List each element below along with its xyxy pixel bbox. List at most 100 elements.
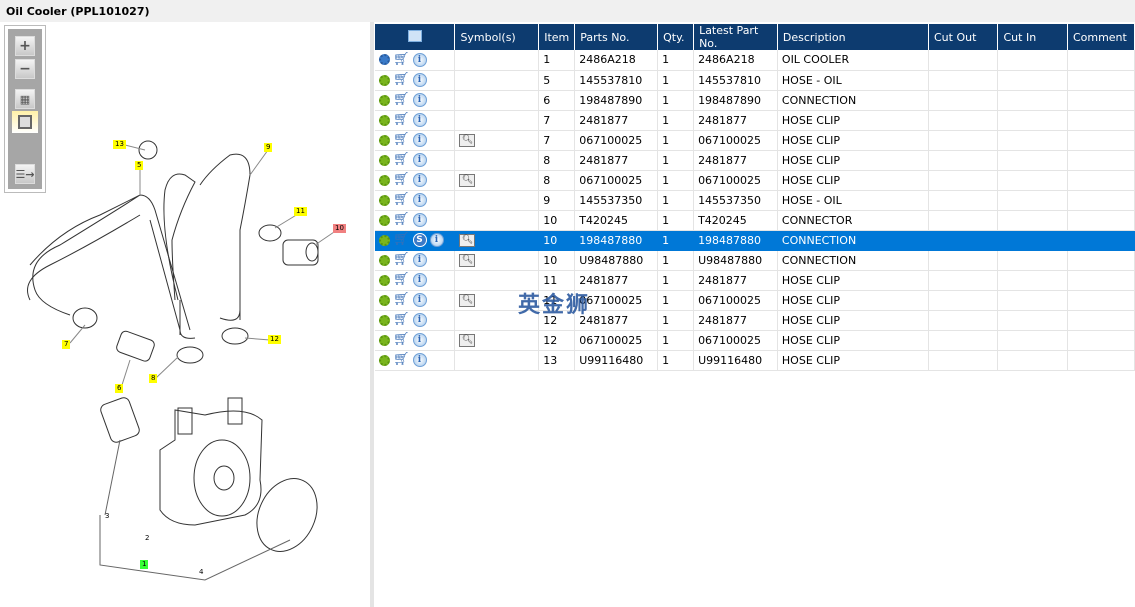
info-icon[interactable]: i [412, 73, 427, 87]
callout-1[interactable]: 1 [140, 560, 149, 569]
table-row[interactable]: 🛒︎ i 10 T420245 1 T420245 CONNECTOR [375, 210, 1135, 231]
gear-icon[interactable] [379, 334, 390, 346]
gear-icon[interactable] [379, 294, 390, 306]
cart-icon[interactable]: 🛒︎ [393, 333, 410, 346]
cart-icon[interactable]: 🛒︎ [393, 73, 410, 86]
column-header[interactable]: Parts No. [574, 24, 659, 50]
column-header[interactable]: Cut In [997, 24, 1068, 50]
info-icon[interactable]: i [412, 153, 427, 167]
info-icon[interactable]: i [429, 233, 444, 247]
book-magnifier-icon[interactable]: 🔍︎ [459, 133, 476, 147]
table-row[interactable]: 🛒︎ i 8 2481877 1 2481877 HOSE CLIP [375, 150, 1135, 171]
gear-icon[interactable] [379, 254, 390, 266]
book-magnifier-icon[interactable]: 🔍︎ [459, 233, 476, 247]
callout-3[interactable]: 3 [103, 512, 111, 521]
table-row[interactable]: 🛒︎ i 🔍︎ 11 067100025 1 067100025 HOSE CLIP [375, 290, 1135, 311]
callout-7[interactable]: 7 [62, 340, 71, 349]
gear-icon[interactable] [379, 154, 390, 166]
cart-icon[interactable]: 🛒︎ [393, 253, 410, 266]
gear-icon[interactable] [379, 314, 390, 326]
info-icon[interactable]: i [412, 273, 427, 287]
gear-icon[interactable] [379, 114, 390, 126]
table-row[interactable]: 🛒︎ i 🔍︎ 12 067100025 1 067100025 HOSE CLIP [375, 330, 1135, 351]
cart-icon[interactable]: 🛒︎ [393, 193, 410, 206]
column-header[interactable]: Cut Out [928, 24, 999, 50]
table-row[interactable]: 🛒︎ i 5 145537810 1 145537810 HOSE - OIL [375, 70, 1135, 91]
gear-icon[interactable] [379, 194, 390, 206]
cart-icon[interactable]: 🛒︎ [393, 53, 410, 66]
callout-4[interactable]: 4 [197, 568, 205, 577]
cart-icon[interactable]: 🛒︎ [393, 133, 410, 146]
callout-11[interactable]: 11 [294, 207, 307, 216]
cart-icon[interactable]: 🛒︎ [393, 153, 410, 166]
gear-icon[interactable] [379, 94, 390, 106]
table-row[interactable]: 🛒︎ Si 🔍︎ 10 198487880 1 198487880 CONNECTION [375, 230, 1135, 251]
table-row[interactable]: 🛒︎ i 🔍︎ 10 U98487880 1 U98487880 CONNECTION [375, 250, 1135, 271]
zoom-in-button[interactable]: + [15, 36, 35, 56]
column-header[interactable]: Description [777, 24, 930, 50]
info-icon[interactable]: i [412, 253, 427, 267]
fit-page-button[interactable] [12, 111, 38, 133]
zoom-out-button[interactable]: − [15, 59, 35, 79]
gear-icon[interactable] [379, 354, 390, 366]
column-header-search[interactable] [375, 24, 456, 50]
gear-icon[interactable] [379, 234, 390, 246]
info-icon[interactable]: i [412, 313, 427, 327]
table-row[interactable]: 🛒︎ i 13 U99116480 1 U99116480 HOSE CLIP [375, 350, 1135, 371]
book-magnifier-icon[interactable]: 🔍︎ [459, 293, 476, 307]
table-row[interactable]: 🛒︎ i 9 145537350 1 145537350 HOSE - OIL [375, 190, 1135, 211]
cart-icon[interactable]: 🛒︎ [393, 353, 410, 366]
column-header[interactable]: Symbol(s) [454, 24, 540, 50]
table-row[interactable]: 🛒︎ i 6 198487890 1 198487890 CONNECTION [375, 90, 1135, 111]
cart-icon[interactable]: 🛒︎ [393, 233, 410, 246]
cart-icon[interactable]: 🛒︎ [393, 173, 410, 186]
table-row[interactable]: 🛒︎ i 11 2481877 1 2481877 HOSE CLIP [375, 270, 1135, 291]
book-magnifier-icon[interactable]: 🔍︎ [459, 253, 476, 267]
cart-icon[interactable]: 🛒︎ [393, 93, 410, 106]
cart-icon[interactable]: 🛒︎ [393, 273, 410, 286]
info-icon[interactable]: i [412, 213, 427, 227]
info-icon[interactable]: i [412, 113, 427, 127]
callout-5[interactable]: 5 [135, 161, 144, 170]
callout-12[interactable]: 12 [268, 335, 281, 344]
info-icon[interactable]: i [412, 353, 427, 367]
s-badge-icon[interactable]: S [412, 233, 427, 247]
info-icon[interactable]: i [412, 193, 427, 207]
info-icon[interactable]: i [412, 333, 427, 347]
table-row[interactable]: 🛒︎ i 🔍︎ 8 067100025 1 067100025 HOSE CLIP [375, 170, 1135, 191]
info-icon[interactable]: i [412, 133, 427, 147]
gear-icon[interactable] [379, 214, 390, 226]
export-list-button[interactable]: ☰→ [15, 164, 35, 184]
gear-icon[interactable] [379, 74, 390, 86]
callout-6[interactable]: 6 [115, 384, 124, 393]
table-row[interactable]: 🛒︎ i 1 2486A218 1 2486A218 OIL COOLER [375, 50, 1135, 71]
gear-icon[interactable] [379, 134, 390, 146]
gear-icon[interactable] [379, 174, 390, 186]
cart-icon[interactable]: 🛒︎ [393, 313, 410, 326]
info-icon[interactable]: i [412, 173, 427, 187]
column-header[interactable]: Qty. [657, 24, 695, 50]
cart-icon[interactable]: 🛒︎ [393, 213, 410, 226]
callout-13[interactable]: 13 [113, 140, 126, 149]
table-row[interactable]: 🛒︎ i 7 2481877 1 2481877 HOSE CLIP [375, 110, 1135, 131]
info-icon[interactable]: i [412, 293, 427, 307]
callout-9[interactable]: 9 [264, 143, 273, 152]
table-row[interactable]: 🛒︎ i 12 2481877 1 2481877 HOSE CLIP [375, 310, 1135, 331]
info-icon[interactable]: i [412, 93, 427, 107]
callout-10[interactable]: 10 [333, 224, 346, 233]
assembly-gears-icon[interactable] [379, 54, 390, 66]
diagram-pane[interactable]: + − ▦ ☰→ 13 5 9 11 10 7 12 8 6 3 2 1 4 [0, 22, 370, 607]
column-header[interactable]: Item [538, 24, 576, 50]
table-row[interactable]: 🛒︎ i 🔍︎ 7 067100025 1 067100025 HOSE CLIP [375, 130, 1135, 151]
column-header[interactable]: Comment [1067, 24, 1135, 50]
gear-icon[interactable] [379, 274, 390, 286]
cart-icon[interactable]: 🛒︎ [393, 113, 410, 126]
info-icon[interactable]: i [412, 52, 427, 67]
column-header[interactable]: Latest Part No. [693, 24, 778, 50]
book-magnifier-icon[interactable]: 🔍︎ [459, 173, 476, 187]
fit-grid-button[interactable]: ▦ [15, 89, 35, 109]
callout-8[interactable]: 8 [149, 374, 158, 383]
cart-icon[interactable]: 🛒︎ [393, 293, 410, 306]
book-magnifier-icon[interactable]: 🔍︎ [459, 333, 476, 347]
callout-2[interactable]: 2 [143, 534, 151, 543]
